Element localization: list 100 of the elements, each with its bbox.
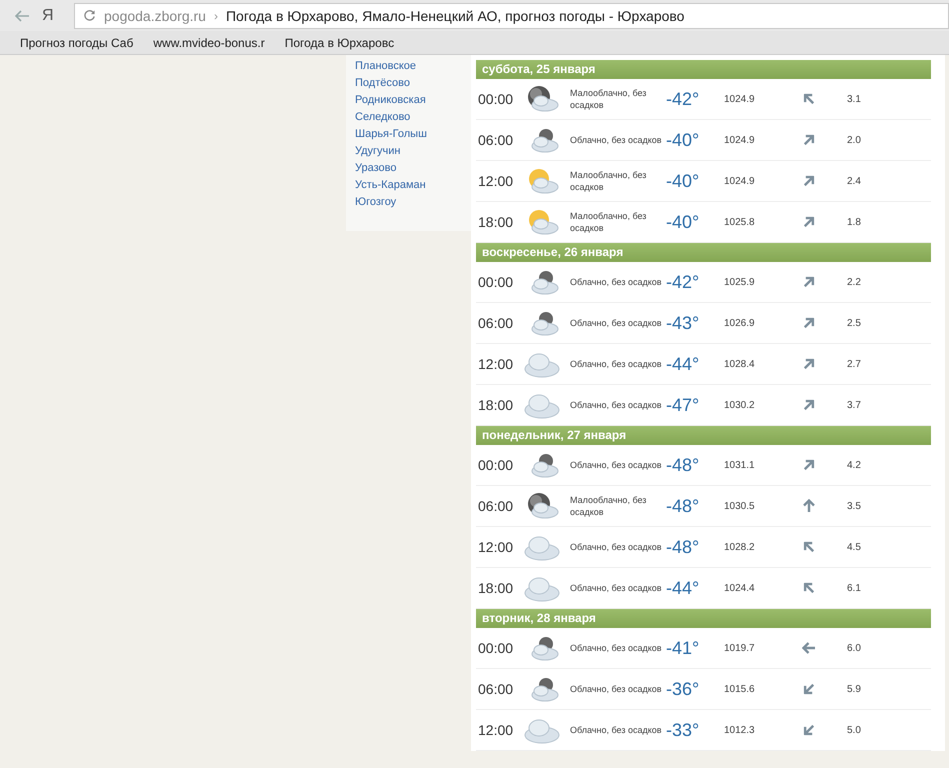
temperature: -42° <box>666 272 700 292</box>
town-link[interactable]: Шарья-Голыш <box>355 128 471 141</box>
forecast-time: 12:00 <box>477 722 514 738</box>
day-header: вторник, 28 января <box>476 609 931 628</box>
weather-description: Малооблачно, без осадков <box>570 169 648 193</box>
pressure-value: 1028.4 <box>724 358 756 370</box>
temperature: -41° <box>666 638 700 658</box>
town-link[interactable]: Усть-Караман <box>355 179 471 192</box>
town-link[interactable]: Родниковская <box>355 94 471 107</box>
back-arrow-icon[interactable] <box>14 8 30 22</box>
weather-description: Облачно, без осадков <box>570 642 663 654</box>
forecast-time: 06:00 <box>477 315 514 331</box>
pressure-value: 1024.9 <box>724 134 756 146</box>
temperature: -48° <box>666 536 700 558</box>
bookmark-link[interactable]: www.mvideo-bonus.r <box>153 36 265 50</box>
town-link[interactable]: Плановское <box>355 60 471 73</box>
town-link[interactable]: Подтёсово <box>355 77 471 90</box>
pressure-value: 1025.8 <box>724 216 756 228</box>
day-header: воскресенье, 26 января <box>476 243 931 262</box>
town-link[interactable]: Уразово <box>355 162 471 175</box>
weather-description: Облачно, без осадков <box>570 459 663 471</box>
temperature: -40° <box>666 170 700 192</box>
wind-speed: 2.0 <box>847 134 861 146</box>
temperature: -43° <box>666 312 700 334</box>
temperature: -44° <box>666 354 700 374</box>
pressure-value: 1024.9 <box>724 176 756 186</box>
weather-description: Облачно, без осадков <box>570 134 663 146</box>
pressure-value: 1028.2 <box>724 542 756 552</box>
wind-speed: 3.1 <box>847 94 861 104</box>
wind-speed: 5.9 <box>847 684 861 694</box>
temperature: -40° <box>666 130 700 150</box>
wind-speed: 2.7 <box>847 358 861 370</box>
town-link[interactable]: Селедково <box>355 111 471 124</box>
forecast-time: 00:00 <box>477 91 514 107</box>
town-link[interactable]: Удугучин <box>355 145 471 158</box>
pressure-value: 1019.7 <box>724 642 756 654</box>
pressure-value: 1024.9 <box>724 94 756 104</box>
weather-description: Облачно, без осадков <box>570 683 663 695</box>
wind-arrow-icon <box>802 641 816 655</box>
forecast-time: 18:00 <box>477 397 514 413</box>
weather-description: Облачно, без осадков <box>570 724 663 736</box>
pressure-value: 1030.5 <box>724 500 756 512</box>
temperature: -48° <box>666 454 700 476</box>
temperature: -36° <box>666 678 700 700</box>
wind-speed: 4.5 <box>847 542 861 552</box>
weather-description: Малооблачно, без осадков <box>570 210 648 234</box>
url-domain: pogoda.zborg.ru <box>104 8 206 24</box>
pressure-value: 1015.6 <box>724 684 756 694</box>
pressure-value: 1030.2 <box>724 400 756 410</box>
forecast-time: 12:00 <box>477 173 514 189</box>
weather-description: Малооблачно, без осадков <box>570 87 648 111</box>
breadcrumb-separator: › <box>214 8 218 22</box>
forecast-time: 00:00 <box>477 457 514 473</box>
forecast-time: 06:00 <box>477 132 514 148</box>
bookmark-link[interactable]: Погода в Юрхаровс <box>284 36 394 50</box>
weather-description: Облачно, без осадков <box>570 317 663 329</box>
temperature: -40° <box>666 212 700 232</box>
wind-speed: 6.1 <box>847 582 861 594</box>
wind-arrow-icon <box>802 499 816 513</box>
day-header: понедельник, 27 января <box>476 426 931 445</box>
forecast-time: 18:00 <box>477 214 514 230</box>
pressure-value: 1012.3 <box>724 724 756 736</box>
wind-speed: 6.0 <box>847 642 861 654</box>
weather-description: Облачно, без осадков <box>570 399 663 411</box>
pressure-value: 1026.9 <box>724 318 756 328</box>
town-link[interactable]: Югозгоу <box>355 196 471 209</box>
weather-description: Облачно, без осадков <box>570 358 663 370</box>
temperature: -44° <box>666 578 700 598</box>
wind-speed: 3.5 <box>847 500 861 512</box>
wind-speed: 1.8 <box>847 216 861 228</box>
wind-speed: 2.5 <box>847 318 861 328</box>
pressure-value: 1031.1 <box>724 460 756 470</box>
temperature: -48° <box>666 496 700 516</box>
forecast-time: 00:00 <box>477 640 514 656</box>
forecast-time: 06:00 <box>477 681 514 697</box>
forecast-time: 18:00 <box>477 580 514 596</box>
bookmark-link[interactable]: Прогноз погоды Саб <box>20 36 134 50</box>
reload-icon[interactable] <box>83 9 96 22</box>
day-header: суббота, 25 января <box>476 60 931 79</box>
weather-description: Облачно, без осадков <box>570 582 663 594</box>
wind-speed: 4.2 <box>847 460 861 470</box>
forecast-time: 12:00 <box>477 356 514 372</box>
forecast-time: 12:00 <box>477 539 514 555</box>
wind-speed: 2.4 <box>847 176 861 186</box>
pressure-value: 1024.4 <box>724 582 756 594</box>
address-bar[interactable]: pogoda.zborg.ru › Погода в Юрхарово, Ямало-Ненецкий АО, прогноз погоды - Юрхарово <box>74 2 949 28</box>
weather-description: Облачно, без осадков <box>570 541 663 553</box>
page-title: Погода в Юрхарово, Ямало-Ненецкий АО, прогноз погоды - Юрхарово <box>226 8 684 24</box>
weather-description: Малооблачно, без осадков <box>570 494 648 518</box>
temperature: -42° <box>666 88 700 110</box>
browser-logo[interactable]: Я <box>42 6 62 24</box>
temperature: -33° <box>666 720 700 740</box>
wind-speed: 3.7 <box>847 400 861 410</box>
weather-description: Облачно, без осадков <box>570 276 663 288</box>
pressure-value: 1025.9 <box>724 276 756 288</box>
wind-speed: 2.2 <box>847 276 861 288</box>
forecast-time: 06:00 <box>477 498 514 514</box>
temperature: -47° <box>666 394 700 416</box>
forecast-time: 00:00 <box>477 274 514 290</box>
wind-speed: 5.0 <box>847 724 861 736</box>
